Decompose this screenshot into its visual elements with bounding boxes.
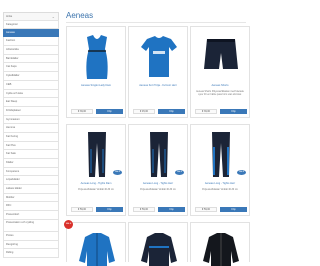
product-image[interactable] bbox=[135, 227, 183, 266]
sidebar-item[interactable]: Arbetsrätta bbox=[3, 46, 59, 55]
sidebar-item[interactable]: Löparkläder bbox=[3, 176, 59, 186]
buy-button[interactable]: Köp bbox=[220, 207, 247, 212]
product-price: € 45,00 bbox=[133, 109, 155, 114]
product-card[interactable]: Aeneas Shorts Aeneas Shorts Polyester/Ela… bbox=[190, 26, 250, 118]
product-name[interactable]: Aeneas Long - Tights Herr bbox=[193, 182, 247, 185]
sidebar-item[interactable]: Hemma bbox=[3, 124, 59, 133]
sidebar-item[interactable]: Cykelkläder bbox=[3, 72, 59, 81]
sidebar-item[interactable]: Cat Kaps bbox=[3, 63, 59, 73]
sidebar-heading-label: Hitta bbox=[6, 14, 13, 18]
product-price: € 59,00 bbox=[71, 207, 93, 212]
sidebar-item[interactable]: Kompetens bbox=[3, 167, 59, 177]
sidebar-item[interactable]: Protes bbox=[3, 231, 59, 241]
product-image[interactable] bbox=[197, 227, 245, 266]
sidebar-search-heading[interactable]: Hitta ⌄ bbox=[3, 12, 59, 20]
sidebar-item[interactable]: Lättare kläder bbox=[3, 185, 59, 194]
sidebar-item[interactable]: Presentation och cykling bbox=[3, 219, 59, 232]
sidebar-item[interactable]: RFC bbox=[3, 202, 59, 212]
buy-button[interactable]: Köp bbox=[220, 109, 247, 114]
sidebar-item[interactable]: Fashion bbox=[3, 37, 59, 47]
sidebar-subheading: Kategorier bbox=[3, 20, 59, 29]
page-title: Aeneas bbox=[66, 11, 94, 20]
sidebar-item[interactable]: Kläder bbox=[3, 159, 59, 168]
product-name[interactable]: Aeneas Long - Tights Herr bbox=[131, 182, 185, 185]
divider bbox=[66, 22, 246, 23]
product-image[interactable] bbox=[197, 31, 245, 81]
sidebar-item[interactable]: Gymnasium bbox=[3, 115, 59, 125]
sidebar-item[interactable]: Aeneas bbox=[3, 28, 59, 38]
buy-button[interactable]: Köp bbox=[158, 207, 185, 212]
sidebar-item[interactable]: Kat Kering bbox=[3, 132, 59, 142]
product-description: Aeneas Shorts Polyester/Elastan med fote… bbox=[196, 91, 244, 96]
sidebar-item[interactable]: Barnkläder bbox=[3, 54, 59, 64]
promo-badge: SALE bbox=[237, 170, 246, 175]
product-card[interactable]: Aeneas Long - Tights Herr Polyester/Elast… bbox=[190, 124, 250, 216]
sidebar-item[interactable]: CEB bbox=[3, 80, 59, 90]
product-name[interactable]: Aeneas Kort Tröja - Kvinnor Herr bbox=[131, 84, 185, 87]
product-name[interactable]: Aeneas Singlet Lady Dam bbox=[69, 84, 123, 87]
product-image[interactable] bbox=[73, 227, 121, 266]
product-card[interactable]: Aeneas Kort Tröja - Kvinnor Herr € 45,00 K… bbox=[128, 26, 188, 118]
sidebar-item[interactable]: Rengöring bbox=[3, 240, 59, 250]
product-price: € 59,00 bbox=[133, 207, 155, 212]
sidebar-item[interactable]: Kat Sale bbox=[3, 150, 59, 159]
product-card[interactable] bbox=[190, 222, 250, 266]
promo-badge: SALE bbox=[175, 170, 184, 175]
buy-button[interactable]: Köp bbox=[158, 109, 185, 114]
category-sidebar: Hitta ⌄ Kategorier Aeneas Fashion Arbetsrä… bbox=[3, 12, 59, 258]
product-description: Polyester/Elastan Vindtät 40-30 cm bbox=[78, 189, 114, 191]
sidebar-item[interactable]: Kat Plus bbox=[3, 141, 59, 151]
product-name[interactable]: Aeneas Shorts bbox=[193, 84, 247, 87]
sidebar-item[interactable]: Mobiler bbox=[3, 193, 59, 203]
product-card[interactable]: Aeneas Singlet Lady Dam € 39,00 Köp bbox=[66, 26, 126, 118]
product-card[interactable]: Aeneas Long - Tights Dam Polyester/Elasta… bbox=[66, 124, 126, 216]
product-name[interactable]: Aeneas Long - Tights Dam bbox=[69, 182, 123, 185]
product-image[interactable] bbox=[135, 31, 183, 81]
product-card[interactable]: SALE bbox=[64, 220, 126, 266]
sidebar-item[interactable]: Presentkort bbox=[3, 211, 59, 220]
sidebar-item[interactable]: Riding bbox=[3, 249, 59, 258]
buy-button[interactable]: Köp bbox=[96, 109, 123, 114]
product-price: € 39,00 bbox=[71, 109, 93, 114]
product-description: Polyester/Elastan Vindtät 40-30 cm bbox=[202, 189, 238, 191]
product-description: Polyester/Elastan Vindtät 40-30 cm bbox=[140, 189, 176, 191]
buy-button[interactable]: Köp bbox=[96, 207, 123, 212]
promo-badge: SALE bbox=[113, 170, 122, 175]
sale-badge: SALE bbox=[64, 220, 73, 229]
product-image[interactable] bbox=[73, 31, 121, 81]
sidebar-item[interactable]: Fritidsplatser bbox=[3, 106, 59, 116]
sidebar-item[interactable]: Eat Sleep bbox=[3, 98, 59, 107]
product-card[interactable] bbox=[128, 222, 188, 266]
product-card[interactable]: Aeneas Long - Tights Herr Polyester/Elast… bbox=[128, 124, 188, 216]
chevron-down-icon: ⌄ bbox=[51, 14, 55, 19]
sidebar-item[interactable]: Cykla och leka bbox=[3, 89, 59, 99]
product-price: € 39,00 bbox=[195, 109, 217, 114]
product-price: € 59,00 bbox=[195, 207, 217, 212]
